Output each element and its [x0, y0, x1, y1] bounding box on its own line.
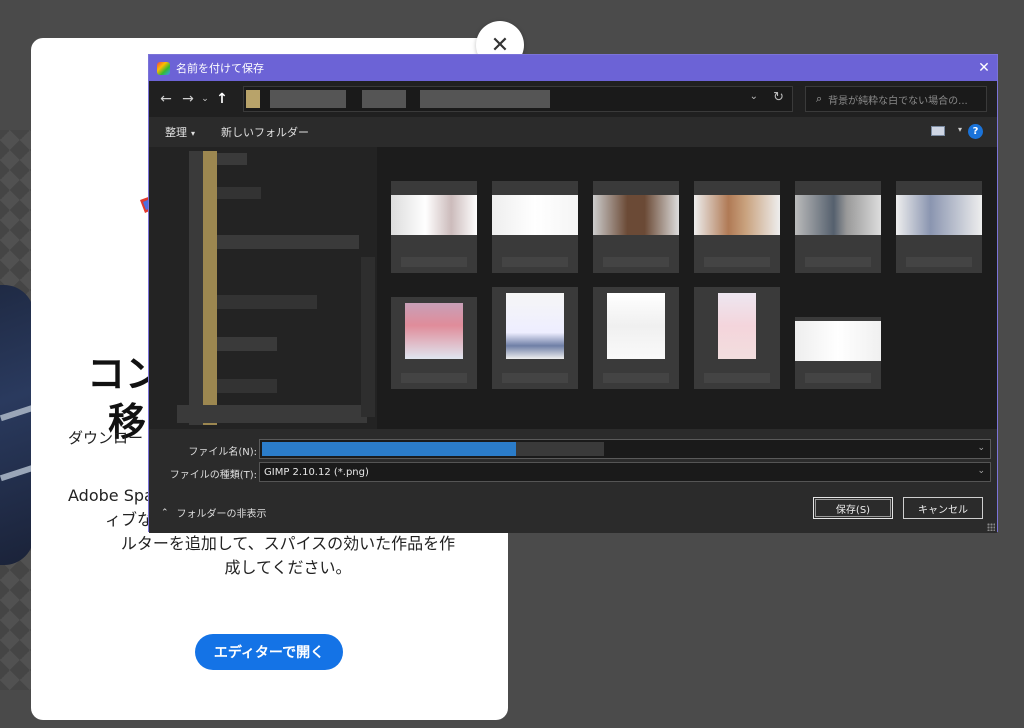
help-icon[interactable]: ? [968, 124, 983, 139]
file-thumbnail[interactable] [492, 287, 578, 389]
folder-icon [203, 151, 217, 425]
organize-menu[interactable]: 整理 ▾ [165, 124, 195, 140]
file-thumbnail[interactable] [795, 317, 881, 389]
tree-item [217, 153, 247, 165]
file-thumbnail[interactable] [795, 181, 881, 273]
file-thumbnail[interactable] [694, 287, 780, 389]
new-folder-button[interactable]: 新しいフォルダー [221, 124, 309, 140]
view-options-icon[interactable] [931, 126, 945, 136]
tree-item [217, 187, 261, 199]
file-thumbnail[interactable] [391, 297, 477, 389]
file-thumbnail[interactable] [896, 181, 982, 273]
resize-grip-icon[interactable] [987, 523, 995, 531]
navigation-pane[interactable] [149, 147, 377, 429]
forward-arrow-icon[interactable]: → [177, 91, 199, 107]
address-dropdown-icon[interactable]: ⌄ [750, 91, 758, 102]
redacted-path [270, 90, 346, 108]
filename-dropdown-icon[interactable]: ⌄ [977, 443, 985, 453]
cancel-button[interactable]: キャンセル [903, 497, 983, 519]
file-thumbnail[interactable] [492, 181, 578, 273]
body-line: ルターを追加して、スパイスの効いた作品を作 [120, 534, 456, 553]
open-in-editor-button[interactable]: エディターで開く [195, 634, 343, 670]
dialog-footer: ファイル名(N): ⌄ ファイルの種類(T): GIMP 2.10.12 (*.… [149, 429, 997, 533]
save-button[interactable]: 保存(S) [813, 497, 893, 519]
redacted-filename [516, 442, 604, 456]
save-as-dialog: 名前を付けて保存 ✕ ← → ⌄ ↑ ⌄ ↻ ⌕ 背景が純粋な白でない場合の..… [148, 54, 998, 533]
chevron-up-icon: ⌃ [161, 507, 169, 518]
refresh-icon[interactable]: ↻ [773, 90, 784, 105]
file-thumbnail[interactable] [694, 181, 780, 273]
search-icon: ⌕ [816, 92, 823, 105]
hide-folders-label: フォルダーの非表示 [176, 509, 267, 520]
search-placeholder: 背景が純粋な白でない場合の... [828, 95, 968, 107]
tree-item [217, 379, 277, 393]
dialog-title: 名前を付けて保存 [176, 62, 264, 75]
dialog-title-bar: 名前を付けて保存 ✕ [149, 55, 997, 81]
filetype-label: ファイルの種類(T): [169, 470, 257, 481]
file-thumbnail[interactable] [593, 181, 679, 273]
hide-folders-toggle[interactable]: ⌃ フォルダーの非表示 [161, 505, 267, 521]
body-line: 成してください。 [224, 558, 352, 577]
filename-label: ファイル名(N): [188, 447, 257, 458]
tree-scrollbar[interactable] [361, 257, 375, 417]
modal-subtitle: ダウンロー [68, 429, 144, 447]
address-bar[interactable]: ⌄ ↻ [243, 86, 793, 112]
chrome-app-icon [157, 61, 170, 75]
shoe-image [0, 285, 34, 565]
folder-icon [246, 90, 260, 108]
organize-label: 整理 [165, 126, 187, 139]
tree-item [217, 295, 317, 309]
file-thumbnail[interactable] [593, 287, 679, 389]
recent-locations-chevron-icon[interactable]: ⌄ [199, 94, 211, 104]
redacted-path [362, 90, 406, 108]
navigation-bar: ← → ⌄ ↑ ⌄ ↻ ⌕ 背景が純粋な白でない場合の... [149, 81, 997, 117]
filetype-dropdown-icon[interactable]: ⌄ [977, 466, 985, 476]
filetype-value: GIMP 2.10.12 (*.png) [264, 466, 369, 478]
redacted-path [420, 90, 550, 108]
tree-item [217, 235, 359, 249]
view-chevron-icon[interactable]: ▾ [958, 125, 962, 134]
close-dialog-icon[interactable]: ✕ [971, 60, 997, 76]
file-browser-area [149, 147, 997, 429]
command-bar: 整理 ▾ 新しいフォルダー ▾ ? [149, 117, 997, 147]
tree-item [177, 405, 367, 423]
filetype-select[interactable]: GIMP 2.10.12 (*.png) ⌄ [259, 462, 991, 482]
filename-input[interactable]: ⌄ [259, 439, 991, 459]
chevron-down-icon: ▾ [191, 129, 196, 138]
search-box[interactable]: ⌕ 背景が純粋な白でない場合の... [805, 86, 987, 112]
file-thumbnail[interactable] [391, 181, 477, 273]
up-arrow-icon[interactable]: ↑ [211, 91, 233, 107]
back-arrow-icon[interactable]: ← [155, 91, 177, 107]
tree-item [217, 337, 277, 351]
redacted-filename [262, 442, 516, 456]
